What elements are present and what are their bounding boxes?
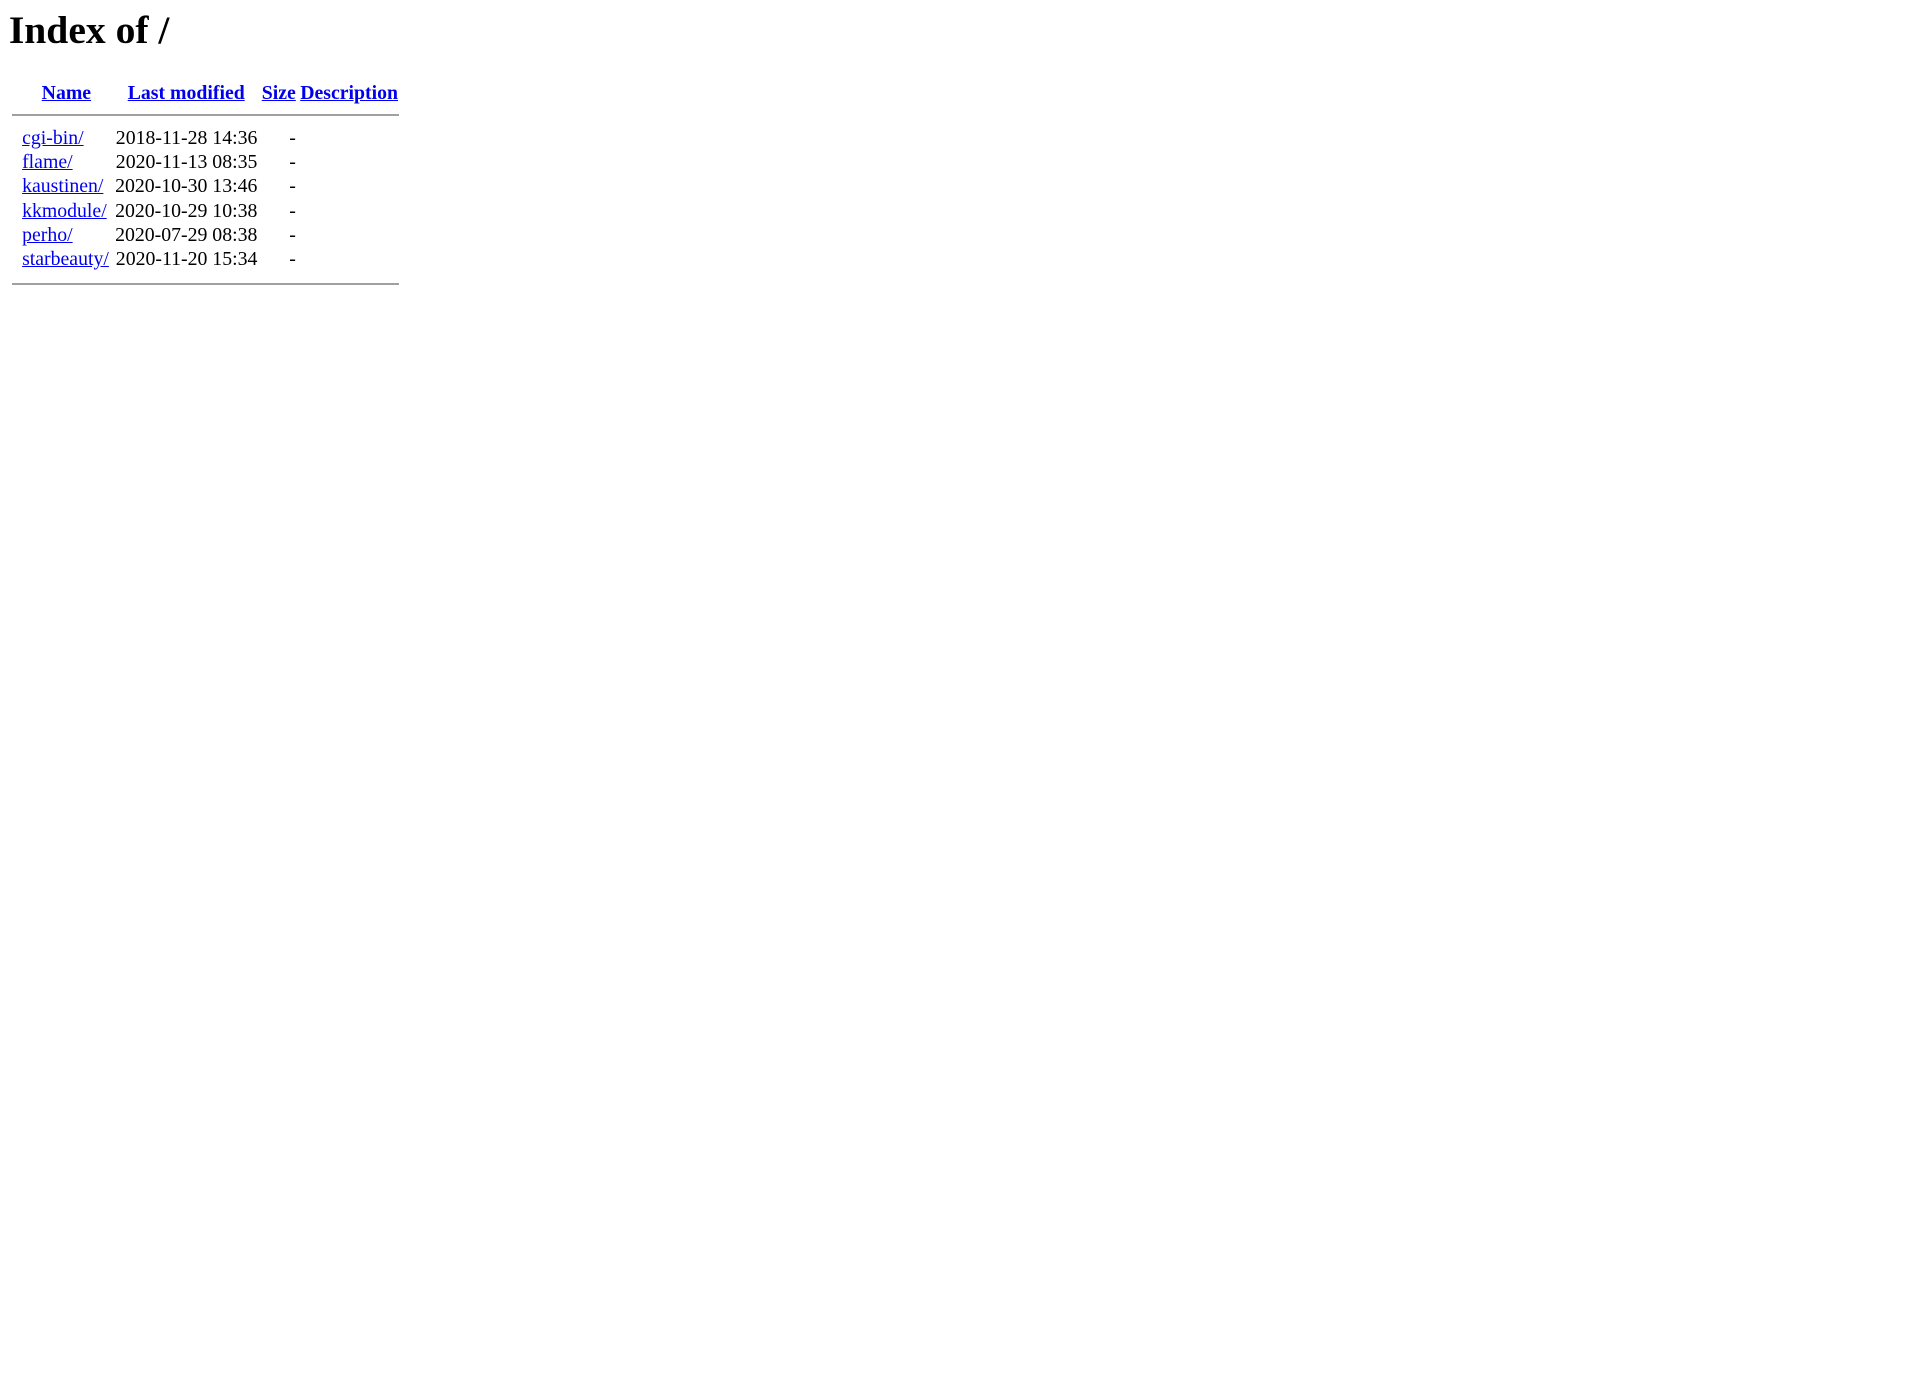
last-modified-cell: 2020-07-29 08:38 — [115, 223, 258, 246]
name-cell: kaustinen/ — [21, 176, 112, 198]
directory-listing-page: Index of / Name Last modified Size Descr… — [0, 0, 1920, 297]
page-title: Index of / — [8, 7, 170, 52]
name-cell: kkmodule/ — [21, 200, 112, 222]
last-modified-cell: 2020-11-20 15:34 — [115, 247, 258, 270]
directory-link[interactable]: starbeauty/ — [22, 248, 109, 270]
last-modified-cell: 2020-10-29 10:38 — [115, 199, 258, 222]
folder-icon-cell — [12, 176, 19, 198]
name-cell: starbeauty/ — [21, 249, 112, 271]
table-row: kkmodule/2020-10-29 10:38 - — [12, 200, 399, 222]
size-cell: - — [289, 175, 296, 198]
folder-icon-cell — [12, 249, 19, 271]
sort-by-last-modified-link[interactable]: Last modified — [128, 82, 245, 104]
last-modified-cell: 2020-11-13 08:35 — [115, 151, 258, 174]
directory-link[interactable]: cgi-bin/ — [22, 127, 84, 149]
size-cell: - — [289, 223, 296, 246]
sort-by-name-link[interactable]: Name — [42, 82, 91, 104]
description-cell — [299, 152, 399, 174]
header-row: Name Last modified Size Description — [12, 80, 399, 105]
column-header-last-modified: Last modified — [114, 80, 259, 105]
folder-icon-cell — [12, 128, 19, 150]
sort-by-size-link[interactable]: Size — [262, 82, 296, 104]
icon-column-header — [12, 80, 19, 105]
description-cell — [299, 249, 399, 271]
header-divider-row — [11, 108, 400, 126]
description-cell — [299, 225, 399, 247]
description-cell — [299, 176, 399, 198]
directory-link[interactable]: perho/ — [22, 224, 73, 246]
directory-link[interactable]: kkmodule/ — [22, 200, 107, 222]
size-cell: - — [289, 151, 296, 174]
file-listing-table: Name Last modified Size Description cgi-… — [10, 78, 401, 286]
footer-divider-row — [11, 273, 400, 285]
table-row: starbeauty/2020-11-20 15:34 - — [12, 249, 399, 271]
folder-icon-cell — [12, 152, 19, 174]
name-cell: perho/ — [21, 225, 112, 247]
last-modified-cell: 2018-11-28 14:36 — [115, 127, 258, 149]
description-cell — [299, 128, 399, 150]
table-row: cgi-bin/2018-11-28 14:36 - — [12, 128, 399, 150]
name-cell: cgi-bin/ — [21, 128, 112, 150]
column-header-description: Description — [299, 80, 399, 105]
name-cell: flame/ — [21, 152, 112, 174]
directory-link[interactable]: kaustinen/ — [22, 175, 103, 197]
size-cell: - — [289, 127, 296, 149]
column-header-size: Size — [261, 80, 297, 105]
size-cell: - — [289, 199, 296, 222]
footer-divider — [11, 282, 400, 285]
table-row: kaustinen/2020-10-30 13:46 - — [12, 176, 399, 198]
column-header-name: Name — [21, 80, 112, 105]
header-divider — [11, 113, 400, 116]
sort-by-description-link[interactable]: Description — [300, 82, 398, 104]
listing-rows: cgi-bin/2018-11-28 14:36 - flame/2020-11-… — [12, 128, 399, 271]
directory-link[interactable]: flame/ — [22, 151, 73, 173]
size-cell: - — [289, 247, 296, 270]
last-modified-cell: 2020-10-30 13:46 — [115, 175, 258, 198]
table-row: perho/2020-07-29 08:38 - — [12, 225, 399, 247]
folder-icon-cell — [12, 200, 19, 222]
description-cell — [299, 200, 399, 222]
table-row: flame/2020-11-13 08:35 - — [12, 152, 399, 174]
folder-icon-cell — [12, 225, 19, 247]
